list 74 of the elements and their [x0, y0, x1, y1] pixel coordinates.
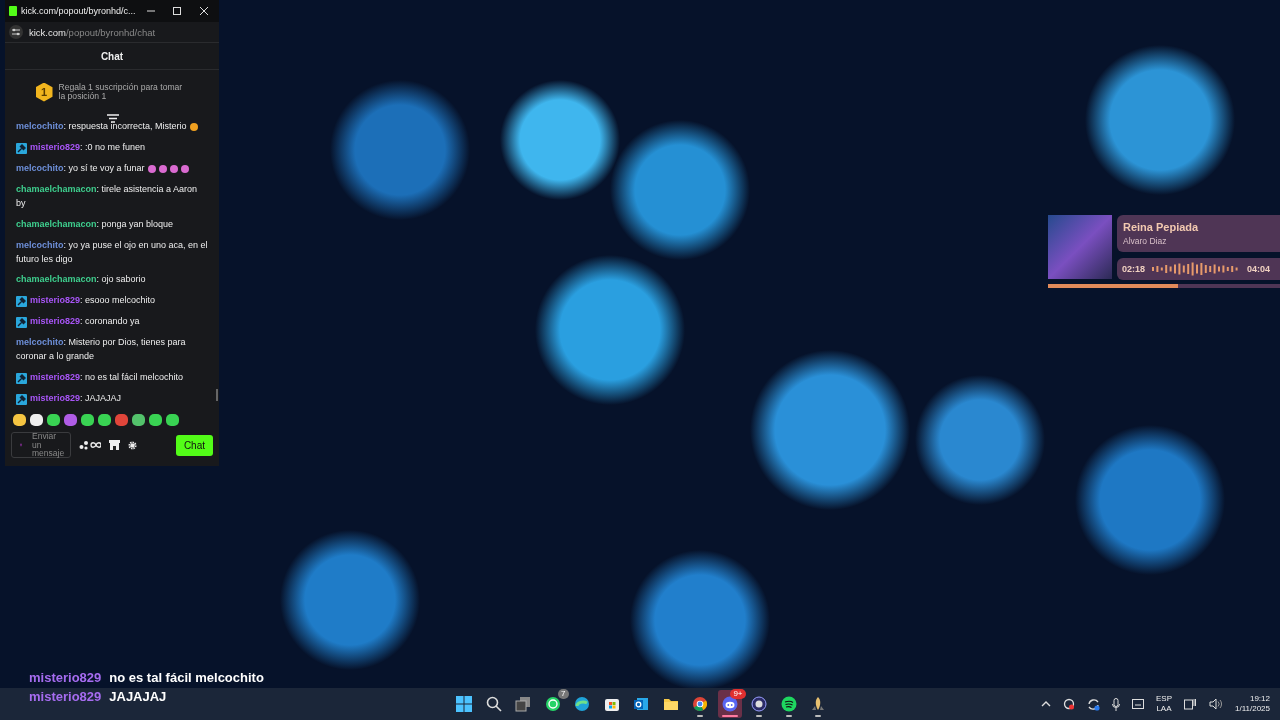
- chat-message: misterio829: esooo melcochito: [30, 294, 156, 308]
- shopping-bag-icon: [603, 696, 620, 712]
- mail-app-icon: [633, 696, 649, 712]
- browser-logo-icon: [692, 696, 708, 712]
- chat-header: Chat: [5, 43, 219, 70]
- running-indicator: [756, 715, 762, 717]
- running-indicator: [785, 715, 792, 717]
- scrollbar-thumb[interactable]: [216, 389, 218, 401]
- keyboard-icon[interactable]: [1132, 699, 1144, 709]
- game-controller-face-icon: [721, 696, 738, 712]
- emote-icon[interactable]: [47, 414, 60, 426]
- maximize-icon[interactable]: [172, 6, 183, 16]
- track-title: Reina Pepiada: [1123, 221, 1200, 233]
- music-app-icon: [780, 696, 797, 712]
- track-duration: 04:04: [1247, 264, 1271, 274]
- record-circle-icon: [751, 696, 767, 712]
- overlay-message: no es tal fácil melcochito: [109, 670, 264, 685]
- notification-badge: 9+: [730, 689, 746, 699]
- settings-icon[interactable]: [9, 25, 23, 39]
- microphone-icon[interactable]: [1112, 697, 1120, 711]
- settings-icon[interactable]: [128, 440, 137, 450]
- chat-message: chamaelchamacon: tirele asistencia a Aaron by: [16, 182, 199, 210]
- emote-icon[interactable]: [132, 414, 145, 426]
- send-chat-button[interactable]: Chat: [175, 434, 213, 456]
- rank-badge: 1: [35, 82, 53, 102]
- record-icon[interactable]: [1063, 698, 1075, 710]
- browser-icon: [574, 696, 590, 712]
- notification-badge: 7: [558, 689, 569, 699]
- chat-message: melcochito: yo ya puse el ojo en uno aca, en el futuro les digo: [16, 238, 209, 266]
- chat-message: misterio829: :0 no me funen: [30, 140, 146, 154]
- window-title: kick.com/popout/byronhd/c...: [21, 6, 136, 16]
- chat-message: misterio829: no es tal fácil melcochito: [30, 371, 184, 385]
- message-input-field[interactable]: Enviar un mensaje: [11, 432, 71, 458]
- overlay-username: misterio829: [29, 670, 102, 685]
- chat-message: melcochito: respuesta incorrecta, Misterio: [16, 119, 187, 133]
- windows-logo-icon: [456, 696, 472, 712]
- language-indicator[interactable]: ESP LAA: [1156, 693, 1172, 715]
- emote-icon[interactable]: [166, 414, 179, 426]
- running-indicator: [721, 715, 738, 717]
- chat-message: chamaelchamacon: ponga yan bloque: [16, 217, 174, 231]
- chat-bubble-icon: [544, 696, 561, 712]
- chevron-up-icon[interactable]: [1041, 700, 1051, 708]
- url-text[interactable]: kick.com/popout/byronhd/chat: [29, 26, 156, 38]
- emote-icon[interactable]: [30, 414, 43, 426]
- emote-icon[interactable]: [98, 414, 111, 426]
- chat-message: misterio829: JAJAJAJ: [30, 392, 122, 406]
- clock[interactable]: 19:12 1/11/2025: [1235, 693, 1270, 715]
- speaker-icon[interactable]: [1209, 698, 1223, 710]
- running-indicator: [697, 715, 703, 717]
- running-indicator: [815, 715, 821, 717]
- stacked-windows-icon: [515, 696, 531, 712]
- promo-text: Regala 1 suscripción para tomar la posición 1: [58, 82, 184, 102]
- emote-icon[interactable]: [149, 414, 162, 426]
- store-icon[interactable]: [109, 440, 120, 450]
- chat-message: misterio829: coronando ya: [30, 315, 140, 329]
- chat-message: melcochito: yo sí te voy a funar: [16, 161, 145, 175]
- app-logo-icon: [9, 6, 18, 16]
- track-artist: Alvaro Diaz: [1123, 236, 1168, 246]
- chat-message: chamaelchamacon: ojo saborio: [16, 273, 146, 287]
- network-icon[interactable]: [1184, 697, 1197, 711]
- rocket-icon: [810, 696, 826, 712]
- overlay-username: misterio829: [29, 689, 102, 704]
- elapsed-time: 02:18: [1122, 264, 1146, 274]
- close-icon[interactable]: [198, 6, 209, 16]
- emote-icon[interactable]: [13, 414, 26, 426]
- album-cover-picture: [1048, 215, 1112, 279]
- search-icon: [485, 696, 502, 712]
- emote-menu-icon[interactable]: [79, 440, 101, 450]
- chat-message: melcochito: Misterio por Dios, tienes para coronar a lo grande: [16, 336, 187, 364]
- folder-icon: [662, 696, 679, 712]
- overlay-message: JAJAJAJ: [109, 689, 167, 704]
- filter-icon[interactable]: [107, 114, 119, 123]
- emote-icon[interactable]: [81, 414, 94, 426]
- sync-icon[interactable]: [1087, 697, 1100, 711]
